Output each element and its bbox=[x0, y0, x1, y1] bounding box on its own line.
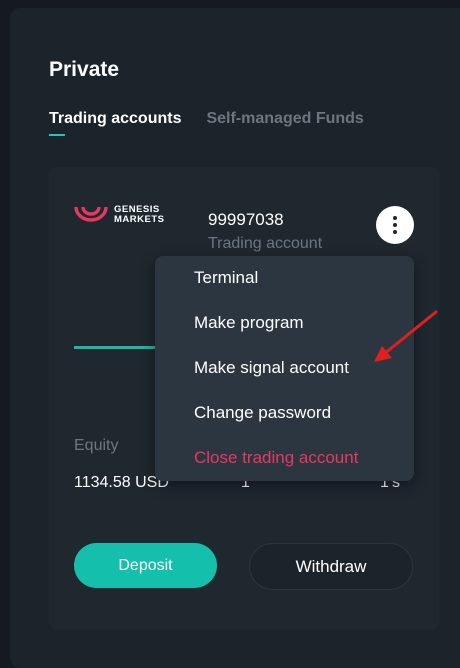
annotation-arrow-icon bbox=[374, 310, 438, 362]
tab-self-managed-funds[interactable]: Self-managed Funds bbox=[206, 110, 363, 128]
equity-label: Equity bbox=[74, 437, 119, 454]
menu-item-change-password[interactable]: Change password bbox=[194, 403, 331, 423]
account-type: Trading account bbox=[208, 235, 323, 252]
broker-logo: GENESIS MARKETS bbox=[74, 205, 164, 225]
equity-value: 1134.58 USD bbox=[74, 474, 169, 491]
more-options-button[interactable] bbox=[376, 206, 414, 244]
equity-chart-line bbox=[74, 346, 164, 349]
menu-item-make-program[interactable]: Make program bbox=[194, 313, 304, 333]
withdraw-button[interactable]: Withdraw bbox=[249, 543, 413, 590]
account-options-menu: Terminal Make program Make signal accoun… bbox=[155, 256, 414, 481]
logo-line-2: MARKETS bbox=[114, 214, 165, 225]
menu-item-terminal[interactable]: Terminal bbox=[194, 268, 258, 288]
genesis-markets-logo-icon bbox=[74, 206, 108, 222]
more-dot-icon bbox=[393, 216, 397, 220]
more-dot-icon bbox=[393, 223, 397, 227]
account-number: 99997038 bbox=[208, 210, 284, 229]
menu-item-make-signal-account[interactable]: Make signal account bbox=[194, 358, 349, 378]
section-title: Private bbox=[49, 58, 120, 81]
more-dot-icon bbox=[393, 230, 397, 234]
menu-item-close-trading-account[interactable]: Close trading account bbox=[194, 448, 358, 468]
tab-trading-accounts[interactable]: Trading accounts bbox=[49, 110, 181, 136]
deposit-button[interactable]: Deposit bbox=[74, 543, 217, 588]
account-tabs: Trading accounts Self-managed Funds bbox=[49, 110, 364, 136]
